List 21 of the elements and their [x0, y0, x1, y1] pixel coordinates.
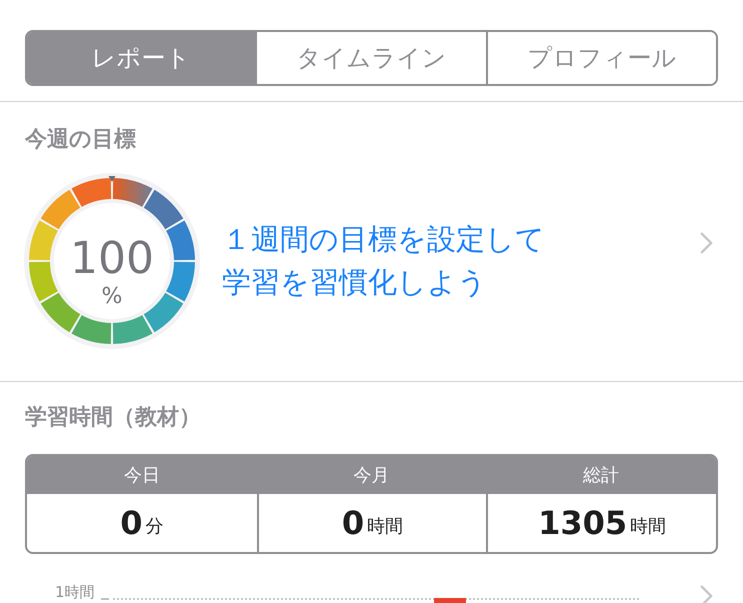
- goal-percent: 100: [70, 236, 154, 280]
- axis-label: 1時間: [55, 583, 95, 601]
- tab[interactable]: レポート: [27, 32, 256, 84]
- stat-unit: 分: [145, 516, 164, 538]
- pointer-icon: [108, 176, 116, 182]
- column-header: 今月: [353, 464, 390, 488]
- section-title: 今週の目標: [25, 126, 137, 154]
- stat-value: 0: [342, 505, 364, 541]
- stat-unit: 時間: [367, 516, 404, 538]
- tab[interactable]: プロフィール: [486, 32, 716, 84]
- section-title: 学習時間（教材）: [25, 404, 202, 432]
- chart-bar: [434, 598, 466, 603]
- stat-value: 0: [120, 505, 142, 541]
- stat-value: 1305: [538, 505, 628, 541]
- column-header: 総計: [583, 464, 620, 488]
- chevron-right-icon: [700, 584, 713, 603]
- column-header: 今日: [124, 464, 160, 488]
- percent-unit: %: [102, 284, 122, 308]
- stat-unit: 時間: [630, 516, 666, 538]
- goal-message[interactable]: １週間の目標を設定して 学習を習慣化しよう: [222, 218, 545, 304]
- chevron-right-icon: [700, 230, 713, 254]
